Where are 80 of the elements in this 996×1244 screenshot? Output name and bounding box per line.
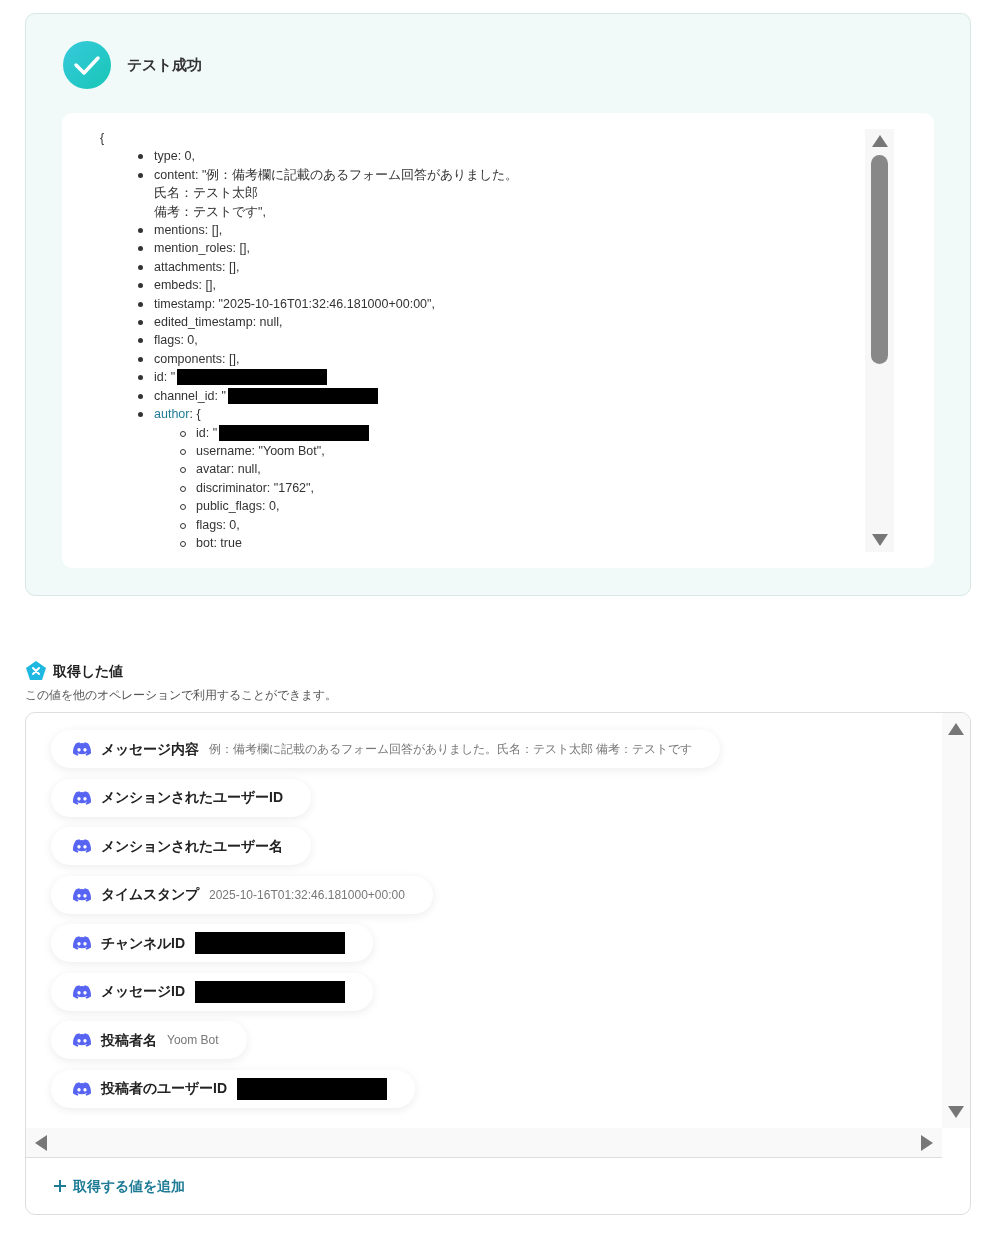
json-line: channel_id: " (154, 387, 226, 405)
value-text: 例：備考欄に記載のあるフォーム回答がありました。氏名：テスト太郎 備考：テストです (209, 741, 693, 759)
value-chip[interactable]: チャンネルID (51, 924, 373, 963)
value-chip[interactable]: タイムスタンプ 2025-10-16T01:32:46.181000+00:00 (51, 875, 433, 914)
chip-label: 投稿者名 (101, 1030, 157, 1050)
bullet-icon (138, 393, 143, 399)
json-line: mentions: [], (154, 222, 223, 240)
discord-icon (73, 936, 91, 951)
horizontal-scrollbar[interactable] (26, 1128, 942, 1159)
chip-label: タイムスタンプ (101, 885, 199, 905)
bullet-icon (138, 338, 143, 344)
value-chip[interactable]: メンションされたユーザーID (51, 778, 311, 817)
value-chip[interactable]: 投稿者のユーザーID (51, 1069, 415, 1108)
json-line: bot: true (196, 534, 242, 552)
bullet-icon (138, 154, 143, 160)
json-line: 氏名：テスト太郎 (154, 185, 258, 203)
status-title: テスト成功 (127, 54, 202, 75)
bullet-icon (138, 228, 143, 234)
bullet-icon (138, 375, 143, 381)
bullet-icon (138, 172, 143, 178)
bullet-icon (138, 356, 143, 362)
bullet-icon (138, 412, 143, 418)
scroll-left-icon[interactable] (35, 1134, 47, 1151)
check-icon (62, 40, 112, 90)
value-chip[interactable]: 投稿者名 Yoom Bot (51, 1021, 247, 1060)
scroll-up-icon[interactable] (871, 135, 888, 147)
json-line: type: 0, (154, 148, 195, 166)
json-line: mention_roles: [], (154, 240, 250, 258)
bullet-icon (138, 320, 143, 326)
json-line: timestamp: "2025-10-16T01:32:46.181000+00:00", (154, 295, 435, 313)
bullet-icon (138, 283, 143, 289)
add-value-link[interactable]: 取得する値を追加 (53, 1175, 185, 1197)
value-text: 2025-10-16T01:32:46.181000+00:00 (209, 886, 405, 904)
scroll-down-icon[interactable] (871, 534, 888, 547)
json-line: id: " (196, 424, 218, 442)
json-line: content: "例：備考欄に記載のあるフォーム回答がありました。 (154, 166, 519, 184)
json-line: avatar: null, (196, 461, 261, 479)
discord-icon (73, 742, 91, 757)
discord-icon (73, 1033, 91, 1048)
scrollbar-thumb[interactable] (871, 155, 888, 365)
scroll-up-icon[interactable] (948, 723, 964, 736)
scrollbar[interactable] (865, 129, 894, 553)
json-line: flags: 0, (154, 332, 198, 350)
bullet-icon (138, 301, 143, 307)
json-line: edited_timestamp: null, (154, 314, 283, 332)
json-line: username: "Yoom Bot", (196, 442, 325, 460)
scrollbar[interactable] (942, 713, 970, 1129)
chip-label: メッセージID (101, 982, 185, 1002)
discord-icon (73, 984, 91, 999)
section-title: 取得した値 (53, 661, 123, 681)
json-line: flags: 0, (196, 516, 240, 534)
chip-label: チャンネルID (101, 933, 185, 953)
json-line: id: " (154, 369, 176, 387)
value-text: Yoom Bot (167, 1032, 219, 1050)
chip-label: メッセージ内容 (101, 739, 199, 759)
scroll-right-icon[interactable] (921, 1134, 933, 1151)
json-line: attachments: [], (154, 258, 240, 276)
bullet-icon (138, 246, 143, 252)
discord-icon (73, 1081, 91, 1096)
chip-label: メンションされたユーザーID (101, 788, 283, 808)
discord-icon (73, 839, 91, 854)
chip-label: メンションされたユーザー名 (101, 836, 283, 856)
discord-icon (73, 790, 91, 805)
json-line: components: [], (154, 350, 240, 368)
bullet-icon (138, 264, 143, 270)
discord-icon (73, 887, 91, 902)
value-chip[interactable]: メッセージ内容 例：備考欄に記載のあるフォーム回答がありました。氏名：テスト太郎 備考：テストです (51, 730, 721, 769)
json-line: { (100, 131, 105, 145)
scroll-down-icon[interactable] (948, 1106, 964, 1119)
pentagon-x-icon (25, 660, 47, 683)
chip-label: 投稿者のユーザーID (101, 1079, 227, 1099)
value-chip[interactable]: メッセージID (51, 972, 373, 1011)
plus-icon (53, 1179, 67, 1194)
json-line: 備考：テストです", (154, 203, 266, 221)
json-line: public_flags: 0, (196, 498, 280, 516)
json-line: discriminator: "1762", (196, 479, 314, 497)
json-line: author: { (154, 406, 201, 424)
json-line: embeds: [], (154, 277, 216, 295)
value-chip[interactable]: メンションされたユーザー名 (51, 827, 311, 866)
section-subtitle: この値を他のオペレーションで利用することができます。 (25, 688, 338, 703)
